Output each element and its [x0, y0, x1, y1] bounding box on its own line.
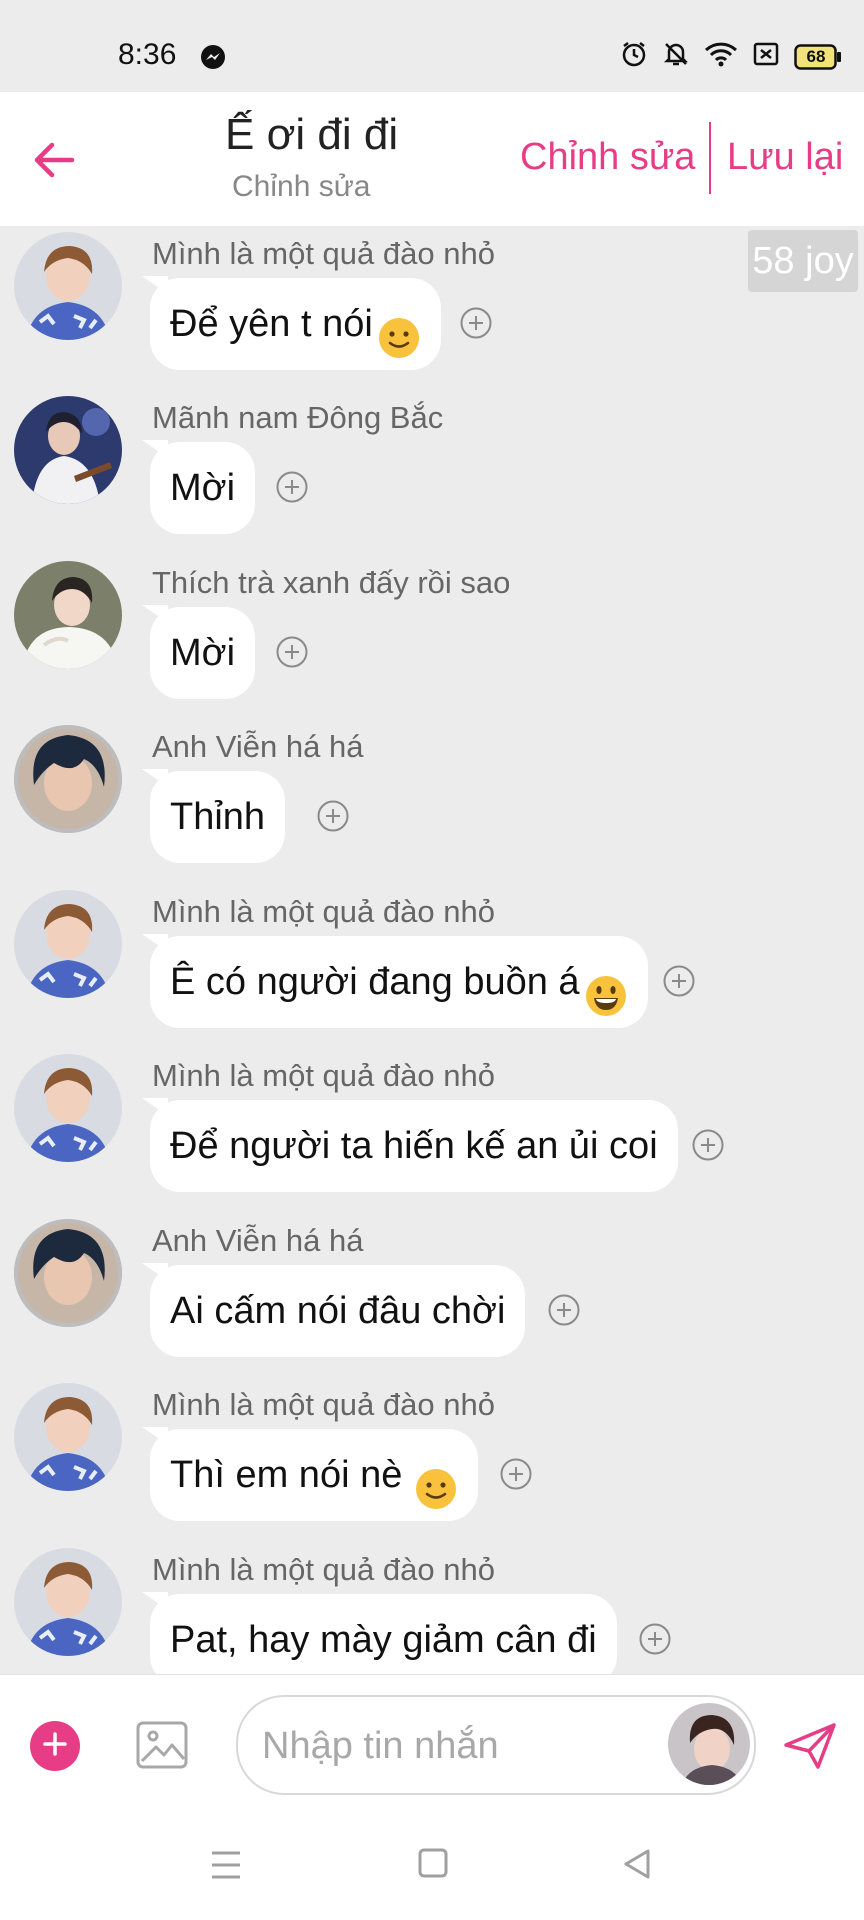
status-time: 8:36 [118, 38, 177, 71]
slight-smile-emoji-icon [414, 1453, 458, 1509]
send-button[interactable] [782, 1721, 838, 1771]
image-icon [134, 1721, 190, 1777]
sticker-avatar[interactable] [668, 1703, 750, 1785]
plus-icon [42, 1731, 68, 1762]
edit-button[interactable]: Chỉnh sửa [520, 136, 695, 179]
image-button[interactable] [134, 1717, 190, 1773]
menu-icon[interactable] [210, 1850, 242, 1885]
system-nav-bar [0, 1800, 864, 1920]
message-item: Mình là một quả đào nhỏ Pat, hay mày giả… [0, 1542, 864, 1674]
composer-bar [0, 1674, 864, 1801]
message-item: Anh Viễn há há Ai cấm nói đâu chời [0, 1213, 864, 1377]
message-bubble[interactable]: Ê có người đang buồn á [150, 936, 648, 1028]
sender-name: Anh Viễn há há [152, 1223, 364, 1258]
chat-title: Ế ơi đi đi [225, 110, 399, 159]
sender-name: Anh Viễn há há [152, 729, 364, 764]
sender-name: Mình là một quả đào nhỏ [152, 1552, 495, 1587]
chat-subtitle: Chỉnh sửa [232, 170, 371, 203]
add-reaction-icon[interactable] [662, 964, 696, 998]
chat-header: Ế ơi đi đi Chỉnh sửa Chỉnh sửa Lưu lại [0, 92, 864, 226]
message-item: Mãnh nam Đông Bắc Mời [0, 390, 864, 554]
arrow-left-icon [32, 138, 76, 187]
avatar[interactable] [14, 1054, 122, 1162]
slight-smile-emoji-icon [377, 302, 421, 358]
sender-name: Thích trà xanh đấy rồi sao [152, 565, 511, 600]
message-bubble[interactable]: Để người ta hiến kế an ủi coi [150, 1100, 678, 1192]
message-text: Thì em nói nè [170, 1454, 403, 1496]
add-reaction-icon[interactable] [638, 1622, 672, 1656]
message-text: Mời [170, 632, 236, 674]
avatar[interactable] [14, 561, 122, 669]
avatar[interactable] [14, 890, 122, 998]
battery-icon: 68 [794, 43, 842, 70]
avatar[interactable] [14, 1383, 122, 1491]
message-item: Mình là một quả đào nhỏ Ê có người đang … [0, 884, 864, 1048]
message-item: Thích trà xanh đấy rồi sao Mời [0, 555, 864, 719]
avatar[interactable] [14, 396, 122, 504]
sender-name: Mình là một quả đào nhỏ [152, 894, 495, 929]
no-sim-icon [752, 40, 780, 73]
add-reaction-icon[interactable] [275, 470, 309, 504]
back-button[interactable] [28, 136, 80, 188]
avatar[interactable] [14, 725, 122, 833]
status-icons: 68 [620, 40, 842, 73]
sender-name: Mình là một quả đào nhỏ [152, 236, 495, 271]
message-text: Để yên t nói [170, 303, 373, 345]
message-text: Ai cấm nói đâu chời [170, 1290, 506, 1332]
message-text: Ê có người đang buồn á [170, 961, 580, 1003]
message-bubble[interactable]: Mời [150, 607, 256, 699]
message-item: Anh Viễn há há Thỉnh [0, 719, 864, 883]
message-list[interactable]: 58 joy Mình là một quả đào nhỏ Để yên t … [0, 226, 864, 1674]
message-bubble[interactable]: Pat, hay mày giảm cân đi [150, 1594, 617, 1674]
back-triangle-icon[interactable] [622, 1848, 652, 1885]
message-text: Để người ta hiến kế an ủi coi [170, 1125, 658, 1167]
message-text: Pat, hay mày giảm cân đi [170, 1619, 597, 1661]
grin-emoji-icon [584, 960, 628, 1016]
save-button[interactable]: Lưu lại [727, 136, 843, 179]
status-bar: 8:36 68 [0, 0, 864, 92]
battery-level: 68 [806, 46, 826, 66]
avatar[interactable] [14, 1219, 122, 1327]
message-item: Mình là một quả đào nhỏ Thì em nói nè [0, 1377, 864, 1541]
message-field[interactable] [236, 1695, 756, 1795]
message-item: Mình là một quả đào nhỏ Để yên t nói [0, 226, 864, 390]
sender-name: Mình là một quả đào nhỏ [152, 1058, 495, 1093]
add-reaction-icon[interactable] [316, 799, 350, 833]
alarm-icon [620, 40, 648, 73]
send-icon [782, 1723, 838, 1775]
avatar[interactable] [14, 1548, 122, 1656]
message-bubble[interactable]: Thì em nói nè [150, 1429, 479, 1521]
messenger-icon [200, 44, 226, 75]
add-attachment-button[interactable] [30, 1721, 80, 1771]
message-bubble[interactable]: Ai cấm nói đâu chời [150, 1265, 526, 1357]
message-bubble[interactable]: Mời [150, 442, 256, 534]
message-text: Thỉnh [170, 796, 266, 838]
sender-name: Mình là một quả đào nhỏ [152, 1387, 495, 1422]
header-divider [709, 122, 711, 194]
message-text: Mời [170, 467, 236, 509]
wifi-icon [704, 40, 738, 73]
message-bubble[interactable]: Thỉnh [150, 771, 286, 863]
sender-name: Mãnh nam Đông Bắc [152, 400, 444, 435]
message-input[interactable] [260, 1723, 644, 1769]
add-reaction-icon[interactable] [691, 1128, 725, 1162]
add-reaction-icon[interactable] [547, 1293, 581, 1327]
message-item: Mình là một quả đào nhỏ Để người ta hiến… [0, 1048, 864, 1212]
add-reaction-icon[interactable] [499, 1457, 533, 1491]
message-bubble[interactable]: Để yên t nói [150, 278, 441, 370]
home-icon[interactable] [418, 1848, 448, 1883]
avatar[interactable] [14, 232, 122, 340]
mute-notification-icon [662, 40, 690, 73]
add-reaction-icon[interactable] [459, 306, 493, 340]
add-reaction-icon[interactable] [275, 635, 309, 669]
